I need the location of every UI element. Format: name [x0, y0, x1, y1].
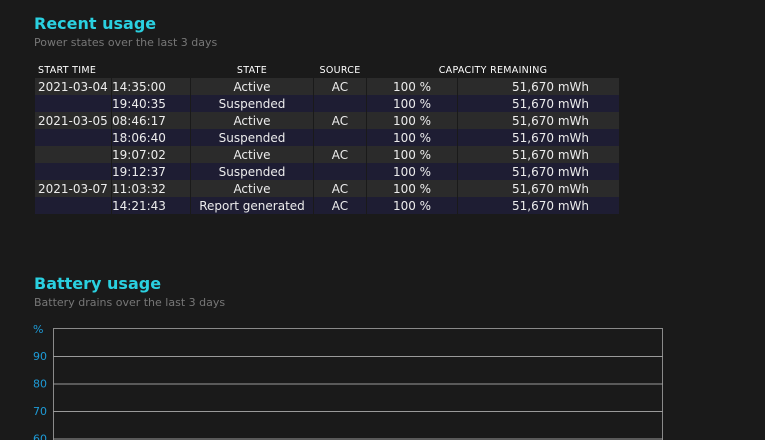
cell-percent: 100 % [366, 146, 458, 163]
cell-state: Suspended [190, 95, 314, 112]
cell-capacity: 51,670 mWh [457, 112, 620, 129]
cell-time: 19:12:37 [111, 163, 191, 180]
battery-usage-chart: % 90 80 70 60 [33, 323, 663, 440]
battery-usage-subtitle: Battery drains over the last 3 days [34, 296, 226, 309]
cell-state: Active [190, 180, 314, 197]
table-row: 19:12:37 Suspended 100 % 51,670 mWh [35, 163, 620, 180]
y-tick-label: 90 [33, 350, 47, 363]
cell-state: Suspended [190, 129, 314, 146]
cell-state: Active [190, 112, 314, 129]
cell-date: 2021-03-04 [35, 78, 112, 95]
cell-source: AC [313, 78, 367, 95]
cell-capacity: 51,670 mWh [457, 78, 620, 95]
cell-time: 19:07:02 [111, 146, 191, 163]
cell-capacity: 51,670 mWh [457, 146, 620, 163]
cell-capacity: 51,670 mWh [457, 129, 620, 146]
chart-gridlines: 90 80 70 60 [33, 328, 663, 440]
cell-time: 19:40:35 [111, 95, 191, 112]
table-row: 2021-03-04 14:35:00 Active AC 100 % 51,670 mW… [35, 78, 620, 95]
column-header-state: STATE [236, 65, 268, 76]
recent-usage-subtitle: Power states over the last 3 days [34, 36, 218, 49]
column-header-source: SOURCE [319, 65, 361, 76]
cell-state: Active [190, 146, 314, 163]
cell-source: AC [313, 180, 367, 197]
cell-date [35, 197, 112, 214]
table-row: 19:40:35 Suspended 100 % 51,670 mWh [35, 95, 620, 112]
column-header-start-time: START TIME [38, 65, 97, 76]
y-tick-label: 80 [33, 378, 47, 391]
table-row: 2021-03-07 11:03:32 Active AC 100 % 51,670 mW… [35, 180, 620, 197]
battery-usage-title: Battery usage [34, 274, 162, 293]
table-row: 19:07:02 Active AC 100 % 51,670 mWh [35, 146, 620, 163]
column-header-capacity-remaining: CAPACITY REMAINING [438, 65, 548, 76]
cell-time: 14:21:43 [111, 197, 191, 214]
table-row: 18:06:40 Suspended 100 % 51,670 mWh [35, 129, 620, 146]
cell-state: Suspended [190, 163, 314, 180]
cell-source: AC [313, 197, 367, 214]
cell-time: 08:46:17 [111, 112, 191, 129]
cell-capacity: 51,670 mWh [457, 95, 620, 112]
recent-usage-title: Recent usage [34, 14, 157, 33]
cell-state: Active [190, 78, 314, 95]
cell-time: 18:06:40 [111, 129, 191, 146]
cell-capacity: 51,670 mWh [457, 180, 620, 197]
y-axis-unit-label: % [33, 323, 43, 336]
cell-source [313, 163, 367, 180]
cell-source [313, 129, 367, 146]
y-tick-label: 60 [33, 433, 47, 440]
cell-percent: 100 % [366, 95, 458, 112]
cell-source [313, 95, 367, 112]
cell-source: AC [313, 112, 367, 129]
cell-time: 11:03:32 [111, 180, 191, 197]
cell-state: Report generated [190, 197, 314, 214]
cell-date [35, 129, 112, 146]
cell-percent: 100 % [366, 180, 458, 197]
cell-source: AC [313, 146, 367, 163]
table-row: 14:21:43 Report generated AC 100 % 51,670 mW… [35, 197, 620, 214]
cell-percent: 100 % [366, 197, 458, 214]
cell-date: 2021-03-05 [35, 112, 112, 129]
cell-percent: 100 % [366, 129, 458, 146]
recent-usage-table: START TIME STATE SOURCE CAPACITY REMAINI… [35, 63, 620, 214]
cell-time: 14:35:00 [111, 78, 191, 95]
cell-percent: 100 % [366, 112, 458, 129]
cell-date [35, 163, 112, 180]
cell-percent: 100 % [366, 78, 458, 95]
cell-date [35, 95, 112, 112]
y-tick-label: 70 [33, 405, 47, 418]
cell-capacity: 51,670 mWh [457, 197, 620, 214]
table-row: 2021-03-05 08:46:17 Active AC 100 % 51,670 mW… [35, 112, 620, 129]
cell-date: 2021-03-07 [35, 180, 112, 197]
cell-percent: 100 % [366, 163, 458, 180]
cell-date [35, 146, 112, 163]
table-header-row: START TIME STATE SOURCE CAPACITY REMAINI… [35, 63, 620, 78]
recent-usage-table-body: 2021-03-04 14:35:00 Active AC 100 % 51,670 mW… [35, 78, 620, 214]
cell-capacity: 51,670 mWh [457, 163, 620, 180]
